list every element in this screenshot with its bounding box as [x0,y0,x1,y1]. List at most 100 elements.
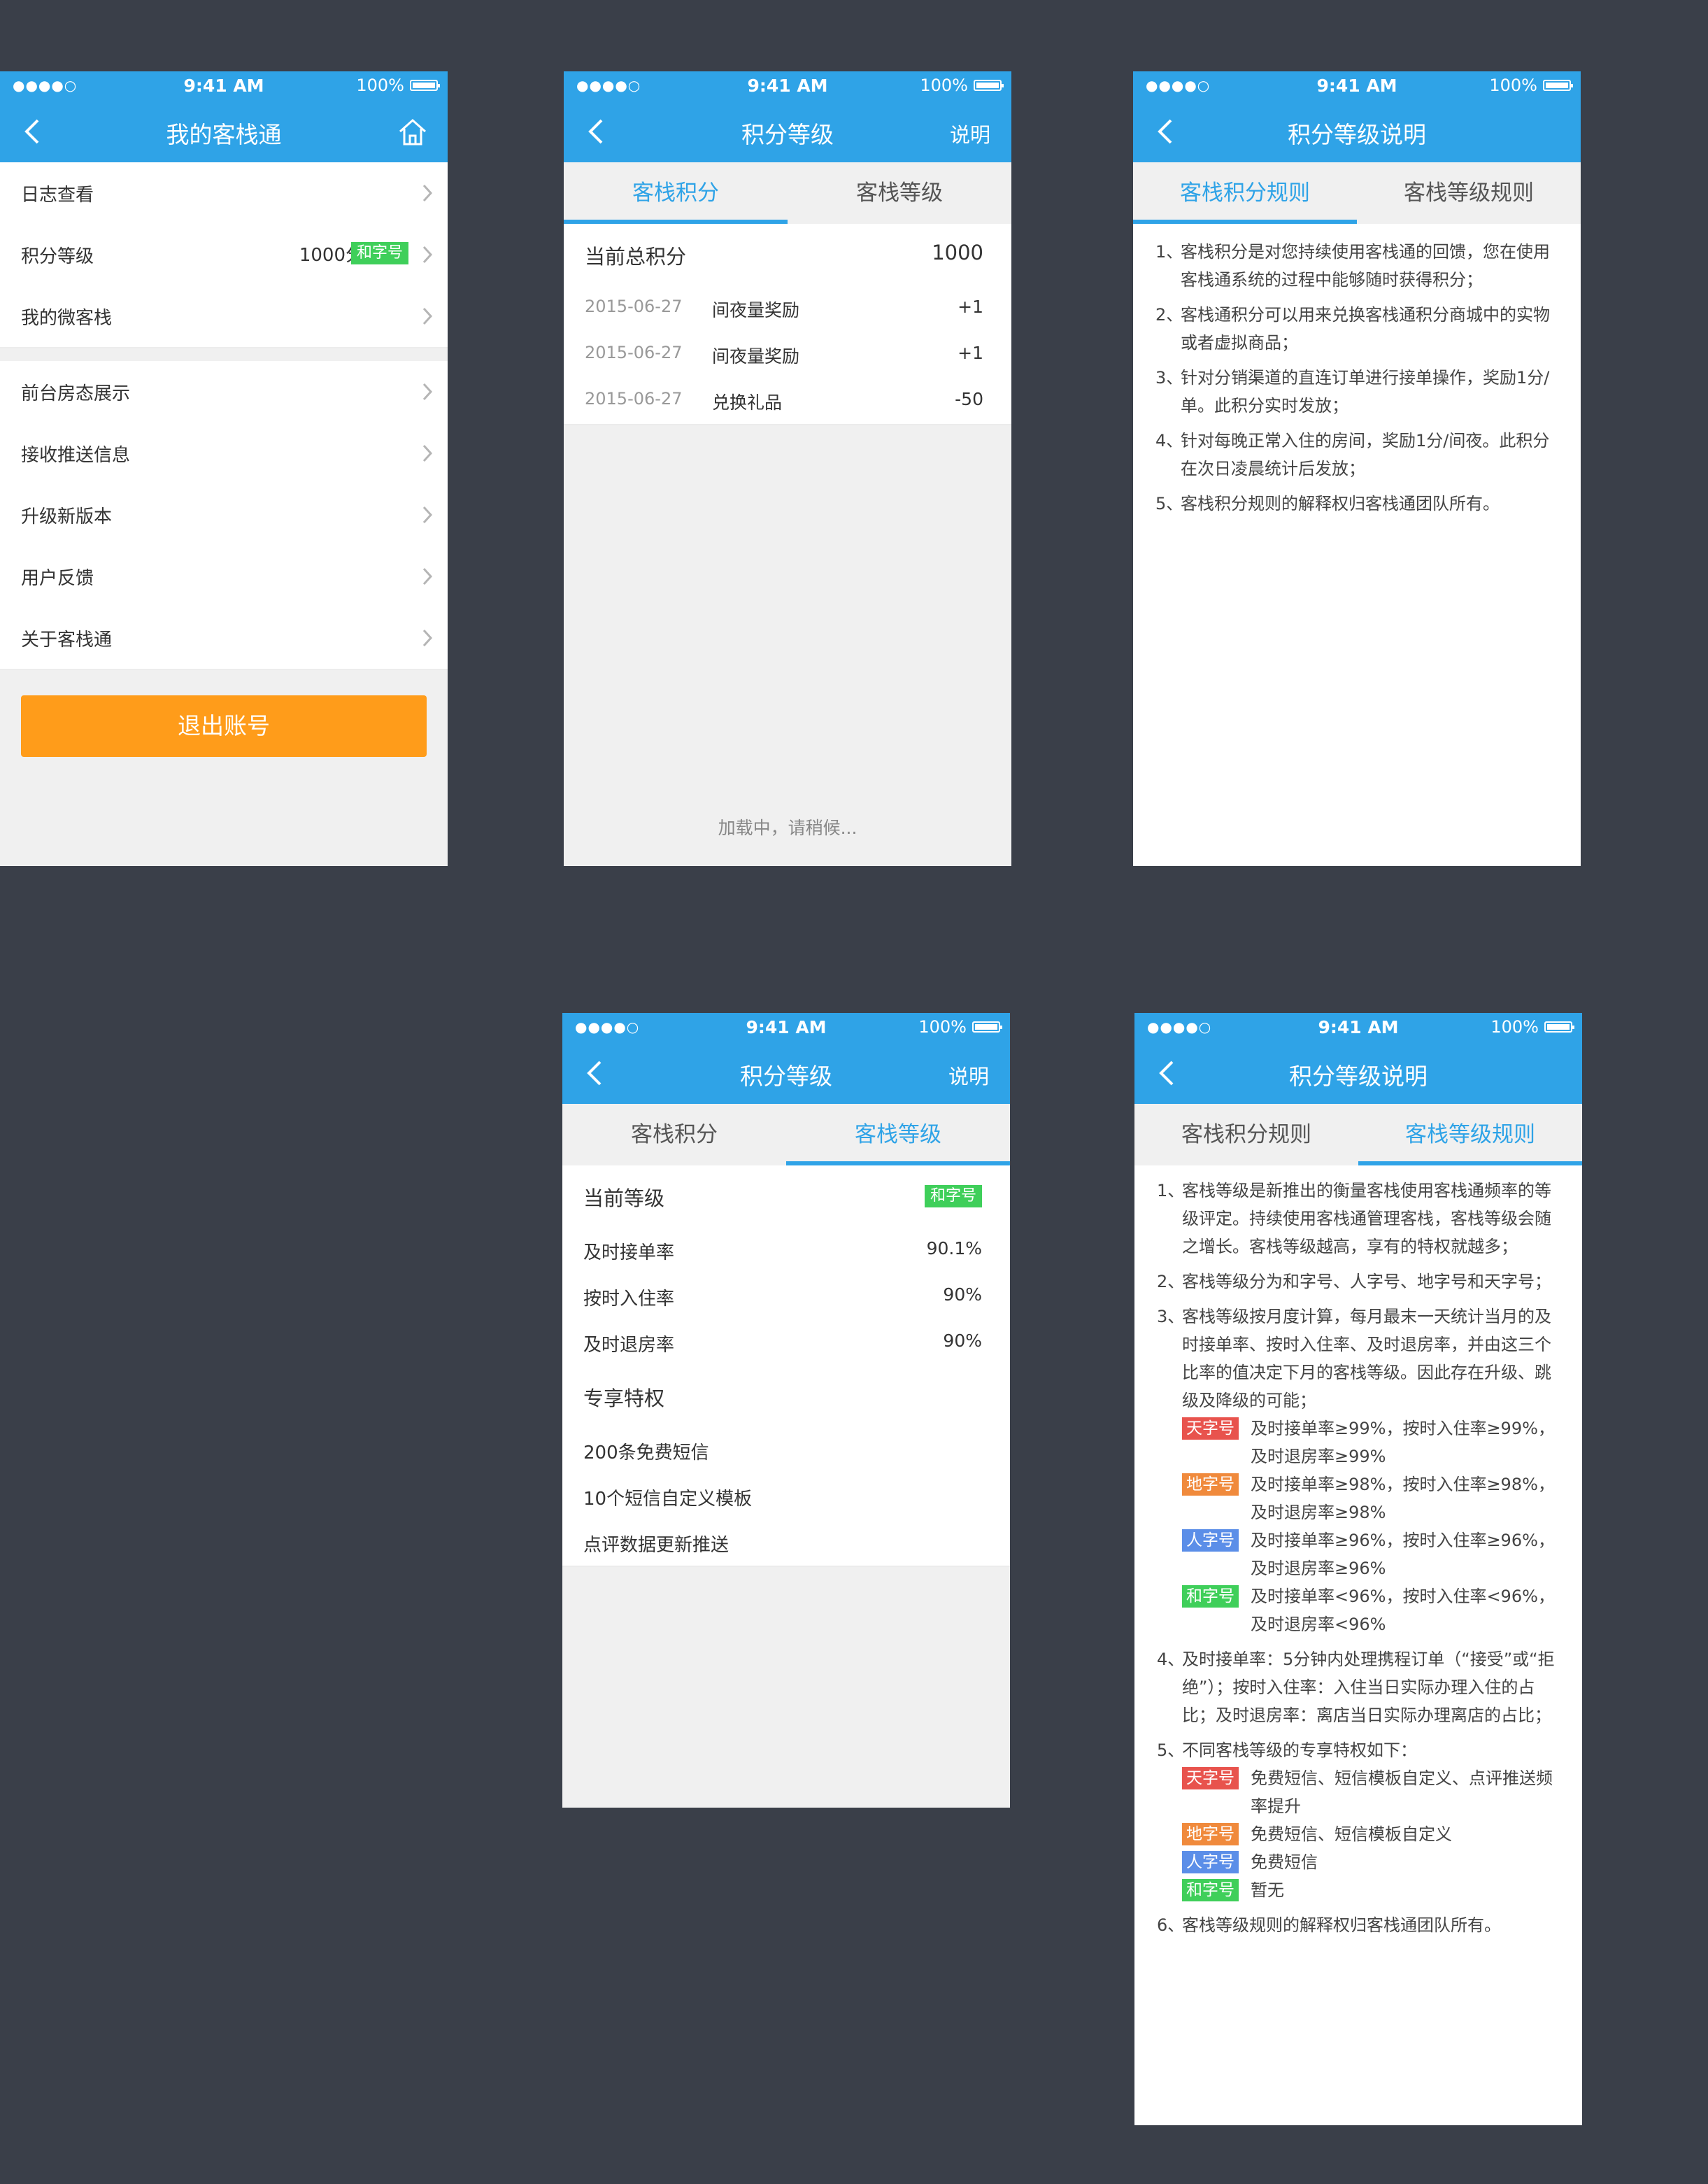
battery-percent: 100% [920,76,968,95]
rule-item: 4、 针对每晚正常入住的房间，奖励1分/间夜。此积分在次日凌晨统计后发放； [1155,427,1565,483]
nav-bar: 积分等级说明 [1134,1044,1582,1104]
rule-number: 3、 [1157,1307,1185,1326]
battery-icon [410,80,440,91]
stat-label: 及时退房率 [583,1335,675,1356]
rule-number: 6、 [1157,1915,1185,1935]
loading-text: 加载中，请稍候... [718,818,857,838]
rule-text: 及时接单率：5分钟内处理携程订单（“接受”或“拒绝”）；按时入住率：入住当日实际… [1182,1650,1555,1725]
rule-number: 5、 [1155,494,1183,513]
stat-label: 按时入住率 [583,1289,675,1310]
menu-item-label: 关于客栈通 [21,630,113,651]
page-title: 积分等级 [741,121,834,148]
privilege-label: 200条免费短信 [583,1442,709,1463]
page-title: 积分等级 [740,1063,832,1090]
tab-points-rules[interactable]: 客栈积分规则 [1133,162,1357,224]
privilege-header-row: 专享特权 [562,1366,1010,1428]
chevron-right-icon [422,246,433,264]
privilege-label: 点评数据更新推送 [583,1535,730,1556]
stat-row: 及时接单率 90.1% [562,1227,1010,1275]
privilege-label: 10个短信自定义模板 [583,1489,753,1510]
rule-number: 4、 [1157,1650,1185,1669]
rule-text: 不同客栈等级的专享特权如下： [1182,1740,1417,1760]
stat-row: 按时入住率 90% [562,1273,1010,1321]
points-record-row: 2015-06-27 间夜量奖励 +1 [564,285,1011,333]
level-badge: 地字号 [1182,1473,1239,1496]
privilege-text: 暂无 [1251,1880,1284,1900]
tab-points-rules[interactable]: 客栈积分规则 [1134,1104,1358,1165]
menu-item-label: 升级新版本 [21,506,113,527]
points-record-row: 2015-06-27 间夜量奖励 +1 [564,332,1011,379]
privilege-row: 10个短信自定义模板 [562,1473,1010,1521]
screen-inn-level: ●●●●○ 9:41 AM 100% 积分等级 说明 客栈积分 客栈等级 当前等… [562,1013,1010,1808]
level-badge: 和字号 [350,242,408,264]
record-points: -50 [955,389,983,409]
rule-item: 1、 客栈积分是对您持续使用客栈通的回馈，您在使用客栈通系统的过程中能够随时获得积… [1155,238,1565,294]
battery-percent: 100% [918,1017,967,1037]
rule-text: 客栈等级分为和字号、人字号、地字号和天字号； [1182,1272,1551,1291]
level-criteria-item: 天字号 及时接单率≥99%，按时入住率≥99%，及时退房率≥99% [1182,1414,1567,1470]
stat-value: 90.1% [926,1238,982,1258]
level-badge: 人字号 [1182,1851,1239,1873]
menu-item-about[interactable]: 关于客栈通 [0,607,448,670]
level-criteria-text: 及时接单率≥99%，按时入住率≥99%，及时退房率≥99% [1251,1419,1555,1466]
menu-item-points-level[interactable]: 积分等级 1000分 和字号 [0,224,448,287]
screen-level-rules: ●●●●○ 9:41 AM 100% 积分等级说明 客栈积分规则 客栈等级规则 … [1134,1013,1582,2125]
rule-text: 客栈等级是新推出的衡量客栈使用客栈通频率的等级评定。持续使用客栈通管理客栈，客栈… [1182,1181,1551,1256]
help-button[interactable]: 说明 [950,119,990,148]
menu-item-micro-inn[interactable]: 我的微客栈 [0,285,448,348]
rule-text: 客栈积分规则的解释权归客栈通团队所有。 [1181,494,1500,513]
record-points: +1 [958,297,983,317]
rules-list: 1、 客栈积分是对您持续使用客栈通的回馈，您在使用客栈通系统的过程中能够随时获得积… [1155,238,1565,518]
stat-label: 及时接单率 [583,1242,675,1263]
status-bar: ●●●●○ 9:41 AM 100% [1133,71,1581,102]
privilege-text: 免费短信、短信模板自定义、点评推送频率提升 [1251,1768,1553,1816]
menu-item-front-desk[interactable]: 前台房态展示 [0,361,448,424]
stat-row: 及时退房率 90% [562,1319,1010,1367]
menu-item-feedback[interactable]: 用户反馈 [0,546,448,609]
tab-inn-points[interactable]: 客栈积分 [562,1104,786,1165]
rule-item: 6、 客栈等级规则的解释权归客栈通团队所有。 [1157,1911,1567,1939]
help-button[interactable]: 说明 [948,1061,989,1090]
tab-bar: 客栈积分 客栈等级 [562,1104,1010,1165]
rule-text: 针对分销渠道的直连订单进行接单操作，奖励1分/单。此积分实时发放； [1181,368,1550,416]
tab-inn-points[interactable]: 客栈积分 [564,162,788,224]
total-points-row: 当前总积分 1000 [564,224,1011,287]
status-bar: ●●●●○ 9:41 AM 100% [562,1013,1010,1044]
tab-level-rules[interactable]: 客栈等级规则 [1357,162,1581,224]
level-badge: 天字号 [1182,1417,1239,1440]
total-points-value: 1000 [932,241,983,264]
chevron-right-icon [422,444,433,462]
rule-text: 客栈积分是对您持续使用客栈通的回馈，您在使用客栈通系统的过程中能够随时获得积分； [1181,242,1550,290]
total-points-label: 当前总积分 [585,245,687,269]
menu-item-push[interactable]: 接收推送信息 [0,423,448,485]
rule-text: 客栈等级规则的解释权归客栈通团队所有。 [1182,1915,1501,1935]
home-icon[interactable] [396,115,429,148]
tab-inn-level[interactable]: 客栈等级 [788,162,1011,224]
chevron-right-icon [422,307,433,325]
level-rules-list: 1、 客栈等级是新推出的衡量客栈使用客栈通频率的等级评定。持续使用客栈通管理客栈，… [1157,1177,1567,1939]
rule-item: 5、 客栈积分规则的解释权归客栈通团队所有。 [1155,490,1565,518]
level-badge: 人字号 [1182,1529,1239,1552]
menu-item-log[interactable]: 日志查看 [0,162,448,225]
rule-item: 3、 客栈等级按月度计算，每月最末一天统计当月的及时接单率、按时入住率、及时退房率… [1157,1303,1567,1638]
level-badge: 天字号 [1182,1767,1239,1789]
logout-button[interactable]: 退出账号 [21,695,427,757]
privilege-row: 点评数据更新推送 [562,1519,1010,1567]
menu-item-label: 接收推送信息 [21,445,131,466]
menu-item-upgrade[interactable]: 升级新版本 [0,484,448,547]
nav-bar: 我的客栈通 [0,102,448,162]
menu-item-label: 我的微客栈 [21,308,113,329]
chevron-right-icon [422,184,433,202]
chevron-right-icon [422,629,433,647]
privilege-text: 免费短信 [1251,1852,1318,1872]
rule-text: 针对每晚正常入住的房间，奖励1分/间夜。此积分在次日凌晨统计后发放； [1181,431,1550,478]
tab-level-rules[interactable]: 客栈等级规则 [1358,1104,1582,1165]
level-criteria-item: 人字号 及时接单率≥96%，按时入住率≥96%，及时退房率≥96% [1182,1526,1567,1582]
privilege-item: 人字号 免费短信 [1182,1848,1567,1876]
current-level-row: 当前等级 和字号 [562,1165,1010,1228]
level-criteria-text: 及时接单率≥98%，按时入住率≥98%，及时退房率≥98% [1251,1475,1555,1522]
rule-item: 4、 及时接单率：5分钟内处理携程订单（“接受”或“拒绝”）；按时入住率：入住当日… [1157,1645,1567,1729]
tab-inn-level[interactable]: 客栈等级 [786,1104,1010,1165]
nav-bar: 积分等级 说明 [562,1044,1010,1104]
tab-bar: 客栈积分规则 客栈等级规则 [1134,1104,1582,1165]
